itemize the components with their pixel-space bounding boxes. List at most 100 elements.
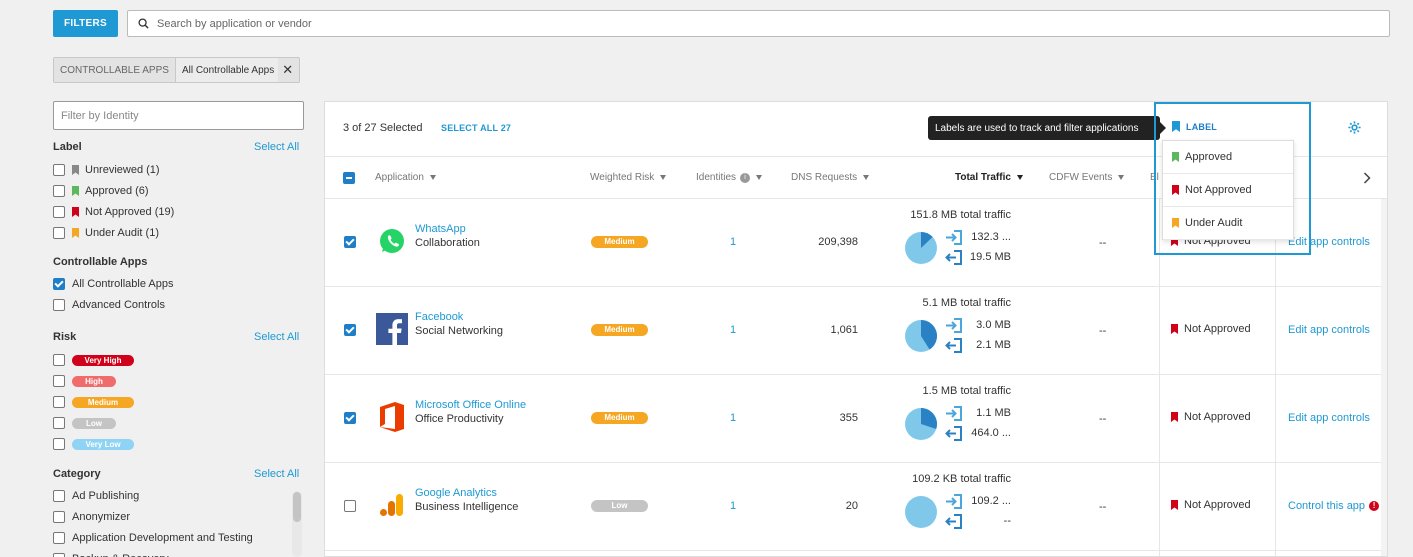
category-select-all[interactable]: Select All [254, 468, 299, 480]
app-label-text: Not Approved [1184, 411, 1251, 423]
row-checkbox[interactable] [344, 500, 356, 512]
label-dropdown-item[interactable]: Under Audit [1163, 207, 1293, 240]
identities-link[interactable]: 1 [730, 236, 736, 248]
risk-filter-item[interactable]: High [53, 374, 116, 388]
column-weighted-risk[interactable]: Weighted Risk [590, 157, 667, 198]
checkbox[interactable] [53, 532, 65, 544]
column-application[interactable]: Application [375, 157, 436, 198]
flag-icon [1171, 500, 1178, 510]
label-tooltip: Labels are used to track and filter appl… [928, 116, 1166, 140]
identity-filter-input[interactable] [53, 101, 304, 130]
checkbox[interactable] [53, 417, 65, 429]
cdfw-events-value: -- [1099, 325, 1107, 337]
label-dropdown-text: Not Approved [1185, 184, 1252, 196]
checkbox[interactable] [53, 375, 65, 387]
label-filter-item[interactable]: Not Approved (19) [53, 205, 174, 219]
risk-filter-item[interactable]: Very Low [53, 437, 134, 451]
app-action-link[interactable]: Edit app controls [1288, 412, 1370, 424]
app-name-link[interactable]: Google Analytics [415, 487, 497, 499]
traffic-pie-chart [905, 496, 937, 528]
checkbox[interactable] [53, 185, 65, 197]
risk-filter-item[interactable]: Low [53, 416, 116, 430]
app-label: Not Approved [1171, 411, 1251, 423]
chevron-right-icon[interactable] [1363, 157, 1371, 198]
download-arrow-icon [945, 250, 963, 265]
risk-badge: Low [591, 500, 648, 512]
category-filter-item[interactable]: Anonymizer [53, 510, 130, 524]
checkbox[interactable] [53, 354, 65, 366]
checkbox[interactable] [53, 511, 65, 523]
download-value: -- [1003, 515, 1011, 527]
label-select-all[interactable]: Select All [254, 141, 299, 153]
row-checkbox[interactable] [344, 236, 356, 248]
controllable-section-title: Controllable Apps [53, 256, 148, 268]
app-action-link[interactable]: Control this app! [1288, 500, 1380, 512]
risk-filter-item[interactable]: Very High [53, 353, 134, 367]
label-dropdown-item[interactable]: Approved [1163, 141, 1293, 174]
checkbox[interactable] [53, 164, 65, 176]
app-label: Not Approved [1171, 323, 1251, 335]
cdfw-events-value: -- [1099, 413, 1107, 425]
category-filter-item[interactable]: Ad Publishing [53, 489, 139, 503]
identities-link[interactable]: 1 [730, 324, 736, 336]
search-box[interactable] [127, 10, 1390, 37]
risk-select-all[interactable]: Select All [254, 331, 299, 343]
total-traffic-text: 1.5 MB total traffic [922, 385, 1011, 397]
row-checkbox[interactable] [344, 412, 356, 424]
checkbox[interactable] [53, 278, 65, 290]
checkbox[interactable] [53, 299, 65, 311]
column-cdfw-events[interactable]: CDFW Events [1049, 157, 1125, 198]
table-scrollbar[interactable] [1381, 199, 1387, 556]
category-filter-item[interactable]: Backup & Recovery [53, 552, 169, 557]
label-filter-text: Not Approved (19) [85, 206, 175, 218]
app-action-text: Control this app [1288, 500, 1366, 512]
column-dns-requests[interactable]: DNS Requests [791, 157, 870, 198]
label-filter-item[interactable]: Under Audit (1) [53, 226, 159, 240]
upload-arrow-icon [945, 494, 963, 509]
settings-icon[interactable] [1347, 120, 1362, 138]
flag-icon [1172, 218, 1179, 228]
label-button[interactable]: LABEL [1172, 121, 1217, 132]
header-select-checkbox[interactable] [343, 157, 362, 198]
cdfw-events-value: -- [1099, 501, 1107, 513]
app-name-link[interactable]: Microsoft Office Online [415, 399, 526, 411]
label-filter-item[interactable]: Approved (6) [53, 184, 149, 198]
column-identities[interactable]: Identities i [696, 157, 763, 198]
dns-requests-value: 20 [845, 500, 858, 512]
label-dropdown-text: Approved [1185, 151, 1233, 163]
traffic-pie-chart [905, 232, 937, 264]
column-total-traffic[interactable]: Total Traffic [955, 157, 1023, 198]
checkbox[interactable] [53, 553, 65, 557]
identities-link[interactable]: 1 [730, 412, 736, 424]
identities-link[interactable]: 1 [730, 500, 736, 512]
label-dropdown-item[interactable]: Not Approved [1163, 174, 1293, 207]
controllable-filter-item[interactable]: All Controllable Apps [53, 277, 174, 291]
upload-arrow-icon [945, 230, 963, 245]
app-category: Collaboration [415, 237, 480, 249]
filters-button[interactable]: FILTERS [53, 10, 118, 37]
select-all-link[interactable]: SELECT ALL 27 [441, 123, 511, 133]
row-checkbox[interactable] [344, 324, 356, 336]
app-action-link[interactable]: Edit app controls [1288, 324, 1370, 336]
flag-icon [1171, 412, 1178, 422]
controllable-filter-item[interactable]: Advanced Controls [53, 298, 165, 312]
app-name-link[interactable]: WhatsApp [415, 223, 466, 235]
label-filter-text: Under Audit (1) [85, 227, 159, 239]
traffic-pie-chart [905, 320, 937, 352]
checkbox[interactable] [53, 438, 65, 450]
risk-filter-item[interactable]: Medium [53, 395, 134, 409]
search-input[interactable] [157, 17, 1346, 30]
category-filter-item[interactable]: Application Development and Testing [53, 531, 253, 545]
label-filter-item[interactable]: Unreviewed (1) [53, 163, 160, 177]
app-name-link[interactable]: Facebook [415, 311, 463, 323]
checkbox[interactable] [53, 206, 65, 218]
dns-requests-value: 355 [839, 412, 858, 424]
checkbox[interactable] [53, 227, 65, 239]
close-icon[interactable]: ✕ [282, 62, 293, 78]
checkbox[interactable] [53, 490, 65, 502]
checkbox[interactable] [53, 396, 65, 408]
flag-icon [1172, 185, 1179, 195]
controllable-filter-text: All Controllable Apps [72, 278, 174, 290]
category-scrollbar-thumb[interactable] [293, 492, 301, 522]
upload-value: 1.1 MB [976, 407, 1011, 419]
